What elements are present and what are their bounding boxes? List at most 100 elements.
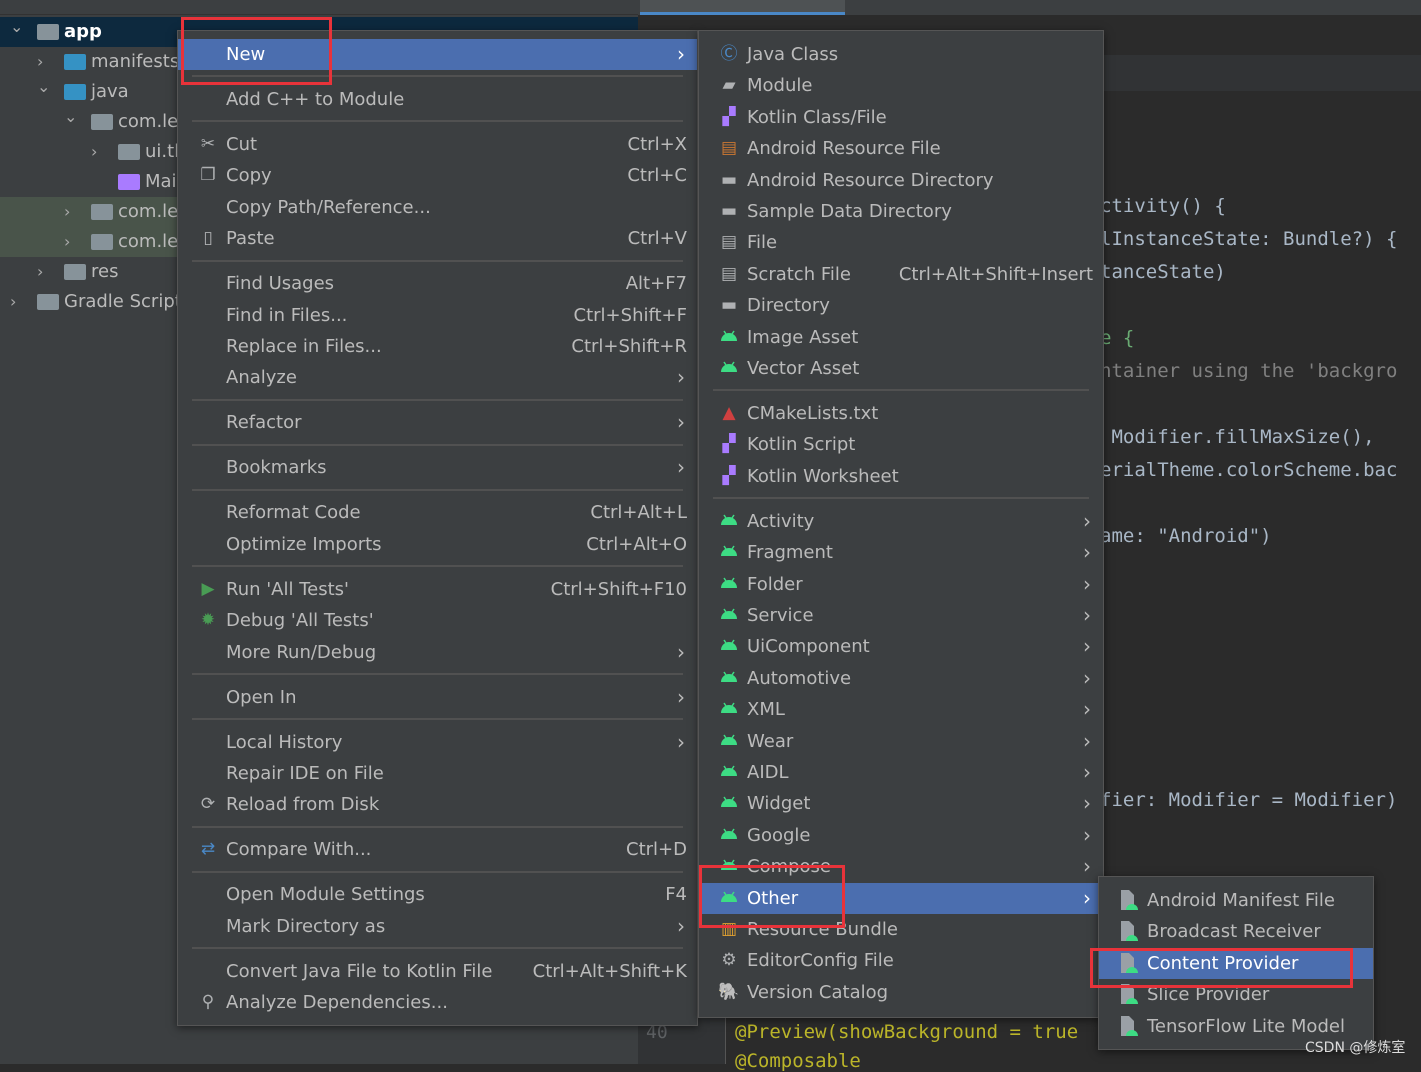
menu-item-widget[interactable]: Widget › [699, 788, 1103, 819]
menu-item-open-in[interactable]: Open In › [178, 682, 697, 713]
menu-item-compose[interactable]: Compose › [699, 851, 1103, 882]
menu-item-paste[interactable]: ▯ Paste Ctrl+V [178, 223, 697, 254]
menu-item-module[interactable]: ▰ Module [699, 70, 1103, 101]
menu-item-optimize-imports[interactable]: Optimize Imports Ctrl+Alt+O [178, 529, 697, 560]
menu-item-reload-from-disk[interactable]: ⟳ Reload from Disk [178, 789, 697, 820]
cmake-icon: ▲ [722, 403, 736, 423]
menu-item-more-run-debug[interactable]: More Run/Debug › [178, 637, 697, 668]
shortcut-label: Ctrl+Shift+F [573, 304, 687, 326]
kotlin-file-icon [118, 174, 140, 190]
folder-icon [64, 54, 86, 70]
menu-item-label: Replace in Files... [226, 336, 382, 357]
menu-item-cmakelists-txt[interactable]: ▲ CMakeLists.txt [699, 398, 1103, 429]
menu-item-wear[interactable]: Wear › [699, 726, 1103, 757]
menu-item-sample-data-directory[interactable]: ▬ Sample Data Directory [699, 196, 1103, 227]
menu-item-uicomponent[interactable]: UiComponent › [699, 631, 1103, 662]
menu-item-android-manifest-file[interactable]: Android Manifest File [1099, 885, 1373, 916]
menu-item-google[interactable]: Google › [699, 820, 1103, 851]
menu-item-compare-with[interactable]: ⇄ Compare With... Ctrl+D [178, 834, 697, 865]
menu-item-analyze-dependencies[interactable]: ⚲ Analyze Dependencies... [178, 987, 697, 1018]
menu-item-content-provider[interactable]: Content Provider [1099, 947, 1373, 979]
menu-item-run-all-tests[interactable]: ▶ Run 'All Tests' Ctrl+Shift+F10 [178, 574, 697, 605]
chevron-right-icon[interactable]: › [64, 227, 78, 257]
menu-item-image-asset[interactable]: Image Asset [699, 322, 1103, 353]
menu-item-label: Version Catalog [747, 981, 889, 1003]
menu-item-java-class[interactable]: Ⓒ Java Class [699, 39, 1103, 70]
menu-item-activity[interactable]: Activity › [699, 506, 1103, 537]
menu-item-broadcast-receiver[interactable]: Broadcast Receiver [1099, 916, 1373, 947]
chevron-right-icon: › [1083, 665, 1091, 690]
folder-icon: ▬ [720, 201, 738, 221]
chevron-right-icon[interactable]: › [64, 197, 78, 227]
shortcut-label: Ctrl+Shift+F10 [550, 578, 687, 600]
menu-item-local-history[interactable]: Local History › [178, 727, 697, 758]
menu-item-label: Reformat Code [226, 502, 361, 524]
android-icon [717, 883, 741, 914]
menu-item-editorconfig-file[interactable]: ⚙ EditorConfig File [699, 945, 1103, 976]
chevron-right-icon: › [1083, 571, 1091, 596]
chevron-right-icon: › [1083, 540, 1091, 565]
menu-separator [192, 947, 683, 950]
menu-item-copy[interactable]: ❐ Copy Ctrl+C [178, 160, 697, 191]
menu-item-label: Module [747, 75, 813, 97]
chevron-down-icon[interactable]: ⌄ [10, 12, 24, 42]
code-line: tanceState) [1100, 261, 1226, 283]
package-icon [118, 144, 140, 160]
menu-item-aidl[interactable]: AIDL › [699, 757, 1103, 788]
menu-item-reformat-code[interactable]: Reformat Code Ctrl+Alt+L [178, 497, 697, 528]
menu-item-repair-ide-on-file[interactable]: Repair IDE on File [178, 758, 697, 789]
menu-item-label: More Run/Debug [226, 641, 377, 663]
menu-item-resource-bundle[interactable]: ▥ Resource Bundle [699, 914, 1103, 945]
menu-item-debug-all-tests[interactable]: ✹ Debug 'All Tests' [178, 605, 697, 636]
menu-item-cut[interactable]: ✂ Cut Ctrl+X [178, 129, 697, 160]
menu-item-vector-asset[interactable]: Vector Asset [699, 353, 1103, 384]
watermark: CSDN @修炼室 [1305, 1040, 1406, 1056]
menu-item-service[interactable]: Service › [699, 600, 1103, 631]
menu-item-xml[interactable]: XML › [699, 694, 1103, 725]
menu-item-kotlin-script[interactable]: ▞ Kotlin Script [699, 429, 1103, 460]
menu-item-copy-path-reference[interactable]: Copy Path/Reference... [178, 192, 697, 223]
chevron-right-icon: › [1083, 885, 1091, 910]
menu-item-kotlin-worksheet[interactable]: ▞ Kotlin Worksheet [699, 461, 1103, 492]
chevron-down-icon[interactable]: ⌄ [64, 102, 78, 132]
shortcut-label: F4 [665, 884, 687, 906]
menu-item-automotive[interactable]: Automotive › [699, 663, 1103, 694]
chevron-right-icon[interactable]: › [10, 287, 24, 317]
menu-item-replace-in-files[interactable]: Replace in Files... Ctrl+Shift+R [178, 331, 697, 362]
chevron-right-icon[interactable]: › [91, 137, 105, 167]
menu-item-other[interactable]: Other › [699, 882, 1103, 914]
menu-item-kotlin-class-file[interactable]: ▞ Kotlin Class/File [699, 102, 1103, 133]
android-icon [717, 631, 741, 662]
menu-item-version-catalog[interactable]: 🐘 Version Catalog [699, 977, 1103, 1008]
new-submenu: Ⓒ Java Class ▰ Module ▞ Kotlin Class/File ▤ And… [698, 30, 1104, 1018]
context-menu: New › Add C++ to Module ✂ Cut Ctrl+X ❐ Copy Ctrl… [177, 30, 698, 1026]
menu-item-mark-directory-as[interactable]: Mark Directory as › [178, 911, 697, 942]
menu-item-convert-java-file-to-kotlin-file[interactable]: Convert Java File to Kotlin File Ctrl+Alt… [178, 956, 697, 987]
menu-separator [192, 565, 683, 568]
menu-item-bookmarks[interactable]: Bookmarks › [178, 452, 697, 483]
menu-item-android-resource-file[interactable]: ▤ Android Resource File [699, 133, 1103, 164]
menu-item-fragment[interactable]: Fragment › [699, 537, 1103, 568]
chevron-right-icon: › [1083, 728, 1091, 753]
menu-item-find-usages[interactable]: Find Usages Alt+F7 [178, 268, 697, 299]
menu-item-label: Copy Path/Reference... [226, 196, 431, 218]
editor-tab-mainactivity[interactable] [640, 0, 845, 15]
chevron-right-icon: › [677, 639, 685, 664]
menu-item-scratch-file[interactable]: ▤ Scratch File Ctrl+Alt+Shift+Insert [699, 259, 1103, 290]
menu-item-android-resource-directory[interactable]: ▬ Android Resource Directory [699, 165, 1103, 196]
menu-item-directory[interactable]: ▬ Directory [699, 290, 1103, 321]
menu-item-find-in-files[interactable]: Find in Files... Ctrl+Shift+F [178, 300, 697, 331]
chevron-right-icon: › [1083, 508, 1091, 533]
menu-item-new[interactable]: New › [178, 39, 697, 70]
chevron-down-icon[interactable]: ⌄ [37, 72, 51, 102]
menu-item-file[interactable]: ▤ File [699, 227, 1103, 258]
menu-item-open-module-settings[interactable]: Open Module Settings F4 [178, 879, 697, 910]
menu-item-add-c-to-module[interactable]: Add C++ to Module [178, 84, 697, 115]
chevron-right-icon[interactable]: › [37, 257, 51, 287]
menu-item-analyze[interactable]: Analyze › [178, 362, 697, 393]
menu-separator [713, 497, 1089, 500]
menu-item-refactor[interactable]: Refactor › [178, 407, 697, 438]
menu-item-slice-provider[interactable]: Slice Provider [1099, 979, 1373, 1010]
menu-item-folder[interactable]: Folder › [699, 569, 1103, 600]
menu-item-label: Java Class [747, 44, 839, 65]
